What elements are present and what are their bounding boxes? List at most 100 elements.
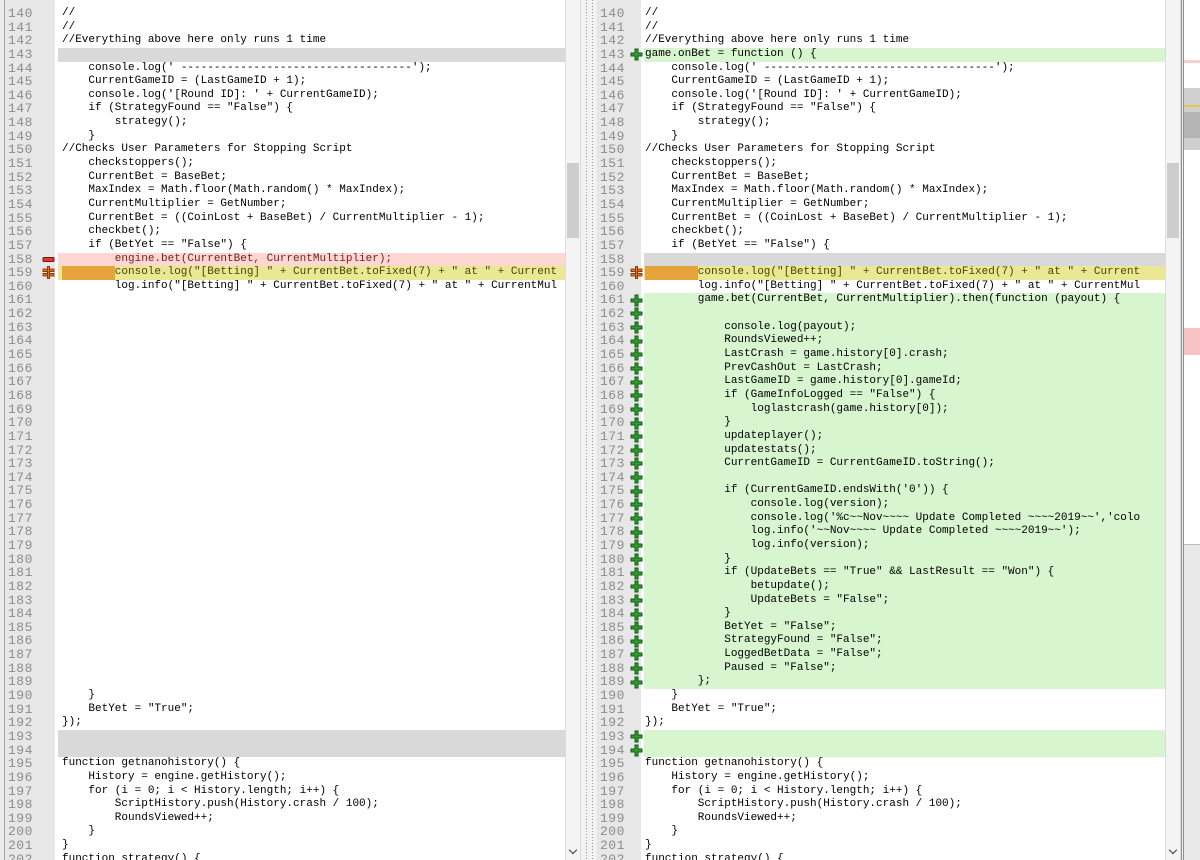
code-line[interactable]: 161 game.bet(CurrentBet, CurrentMultipli… [597,293,1165,307]
code-line[interactable]: 202function strategy() { [597,853,1165,860]
code-line[interactable]: 200 } [597,825,1165,839]
code-line[interactable]: 164 RoundsViewed++; [597,334,1165,348]
code-line[interactable]: 184 [5,607,565,621]
code-line[interactable]: 158 [597,253,1165,267]
code-line[interactable]: 180 [5,553,565,567]
code-line[interactable]: 178 log.info('~~Nov~~~~ Update Completed… [597,525,1165,539]
code-line[interactable]: 171 updateplayer(); [597,430,1165,444]
code-line[interactable]: 180 } [597,553,1165,567]
code-line[interactable]: 189 }; [597,675,1165,689]
code-line[interactable]: 186 [5,634,565,648]
code-line[interactable]: 182 betupdate(); [597,580,1165,594]
code-line[interactable]: 201} [597,839,1165,853]
code-line[interactable]: 186 StrategyFound = "False"; [597,634,1165,648]
code-line[interactable]: 181 if (UpdateBets == "True" && LastResu… [597,566,1165,580]
code-line[interactable]: 181 [5,566,565,580]
code-line[interactable]: 202function strategy() { [5,853,565,860]
left-panel-scrollbar[interactable] [565,0,581,860]
code-line[interactable]: 157 if (BetYet == "False") { [597,239,1165,253]
code-line[interactable]: 160 log.info("[Betting] " + CurrentBet.t… [597,280,1165,294]
code-line[interactable]: 172 [5,444,565,458]
code-line[interactable]: 163 [5,321,565,335]
code-line[interactable]: 172 updatestats(); [597,444,1165,458]
code-line[interactable]: 152 CurrentBet = BaseBet; [597,171,1165,185]
code-line[interactable]: 157 if (BetYet == "False") { [5,239,565,253]
code-line[interactable]: 168 if (GameInfoLogged == "False") { [597,389,1165,403]
code-line[interactable]: 159console.log("[Betting] " + CurrentBet… [5,266,565,280]
code-line[interactable]: 141// [597,21,1165,35]
code-line[interactable]: 188 [5,662,565,676]
code-line[interactable]: 155 CurrentBet = ((CoinLost + BaseBet) /… [5,212,565,226]
code-line[interactable]: 198 ScriptHistory.push(History.crash / 1… [597,798,1165,812]
code-line[interactable]: 162 [5,307,565,321]
code-line[interactable]: 170 [5,416,565,430]
code-line[interactable]: 174 [597,471,1165,485]
code-line[interactable]: 171 [5,430,565,444]
code-line[interactable]: 194 [5,744,565,758]
code-line[interactable]: 153 MaxIndex = Math.floor(Math.random() … [597,184,1165,198]
code-line[interactable]: 178 [5,525,565,539]
code-line[interactable]: 193 [597,730,1165,744]
code-line[interactable]: 144 console.log(' ----------------------… [597,62,1165,76]
code-line[interactable]: 150//Checks User Parameters for Stopping… [597,143,1165,157]
left-scrollbar-thumb[interactable] [567,163,579,238]
code-line[interactable]: 166 PrevCashOut = LastCrash; [597,362,1165,376]
code-line[interactable]: 167 LastGameID = game.history[0].gameId; [597,375,1165,389]
code-line[interactable]: 193 [5,730,565,744]
code-line[interactable]: 173 [5,457,565,471]
code-line[interactable]: 192}); [5,716,565,730]
code-line[interactable]: 150//Checks User Parameters for Stopping… [5,143,565,157]
code-line[interactable]: 195function getnanohistory() { [5,757,565,771]
code-line[interactable]: 168 [5,389,565,403]
code-line[interactable]: 201} [5,839,565,853]
code-line[interactable]: 169 loglastcrash(game.history[0]); [597,403,1165,417]
code-line[interactable]: 164 [5,334,565,348]
code-line[interactable]: 175 if (CurrentGameID.endsWith('0')) { [597,484,1165,498]
code-line[interactable]: 165 [5,348,565,362]
code-line[interactable]: 198 ScriptHistory.push(History.crash / 1… [5,798,565,812]
code-line[interactable]: 153 MaxIndex = Math.floor(Math.random() … [5,184,565,198]
code-line[interactable]: 200 } [5,825,565,839]
code-line[interactable]: 161 [5,293,565,307]
code-line[interactable]: 191 BetYet = "True"; [597,703,1165,717]
code-line[interactable]: 190 } [5,689,565,703]
code-line[interactable]: 185 [5,621,565,635]
code-line[interactable]: 177 [5,512,565,526]
location-overview-pane[interactable] [1184,0,1200,860]
code-line[interactable]: 188 Paused = "False"; [597,662,1165,676]
code-line[interactable]: 199 RoundsViewed++; [5,812,565,826]
code-line[interactable]: 162 [597,307,1165,321]
code-line[interactable]: 160 log.info("[Betting] " + CurrentBet.t… [5,280,565,294]
code-line[interactable]: 151 checkstoppers(); [597,157,1165,171]
code-line[interactable]: 183 UpdateBets = "False"; [597,594,1165,608]
code-line[interactable]: 170 } [597,416,1165,430]
code-line[interactable]: 187 [5,648,565,662]
right-panel-scrollbar[interactable] [1165,0,1181,860]
code-line[interactable]: 183 [5,594,565,608]
right-scrollbar-thumb[interactable] [1167,163,1179,238]
code-line[interactable]: 147 if (StrategyFound == "False") { [597,102,1165,116]
code-line[interactable]: 166 [5,362,565,376]
code-line[interactable]: 176 console.log(version); [597,498,1165,512]
code-line[interactable]: 174 [5,471,565,485]
panel-splitter[interactable] [581,0,597,860]
code-line[interactable]: 177 console.log('%c~~Nov~~~~ Update Comp… [597,512,1165,526]
code-line[interactable]: 163 console.log(payout); [597,321,1165,335]
code-line[interactable]: 148 strategy(); [597,116,1165,130]
code-line[interactable]: 142//Everything above here only runs 1 t… [5,34,565,48]
code-line[interactable]: 176 [5,498,565,512]
code-line[interactable]: 185 BetYet = "False"; [597,621,1165,635]
code-line[interactable]: 179 [5,539,565,553]
code-line[interactable]: 143 [5,48,565,62]
code-line[interactable]: 141// [5,21,565,35]
code-line[interactable]: 165 LastCrash = game.history[0].crash; [597,348,1165,362]
code-line[interactable]: 154 CurrentMultiplier = GetNumber; [597,198,1165,212]
code-line[interactable]: 197 for (i = 0; i < History.length; i++)… [5,785,565,799]
code-line[interactable]: 147 if (StrategyFound == "False") { [5,102,565,116]
code-line[interactable]: 159console.log("[Betting] " + CurrentBet… [597,266,1165,280]
code-line[interactable]: 152 CurrentBet = BaseBet; [5,171,565,185]
code-line[interactable]: 191 BetYet = "True"; [5,703,565,717]
code-line[interactable]: 189 [5,675,565,689]
code-line[interactable]: 195function getnanohistory() { [597,757,1165,771]
code-line[interactable]: 148 strategy(); [5,116,565,130]
